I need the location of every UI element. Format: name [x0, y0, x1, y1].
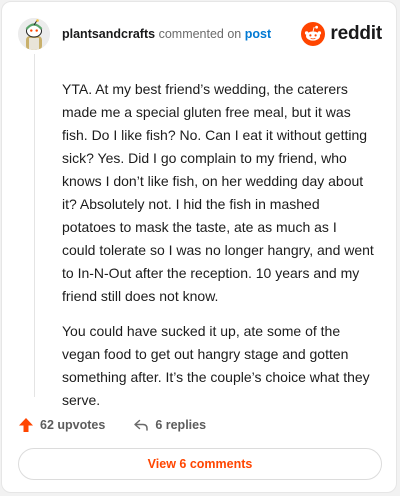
comment-card: plantsandcrafts commented on post reddit… [1, 1, 397, 493]
reddit-logo[interactable]: reddit [301, 20, 382, 48]
comment-meta: plantsandcrafts commented on post [62, 27, 271, 41]
username-link[interactable]: plantsandcrafts [62, 27, 155, 41]
comment-body: YTA. At my best friend’s wedding, the ca… [62, 78, 374, 424]
post-link[interactable]: post [245, 27, 271, 41]
thread-line [34, 54, 35, 397]
upvote-button[interactable]: 62 upvotes [18, 417, 105, 433]
comment-header: plantsandcrafts commented on post reddit [18, 18, 382, 52]
avatar[interactable] [18, 18, 50, 50]
replies-count: 6 replies [155, 418, 207, 432]
view-comments-button[interactable]: View 6 comments [18, 448, 382, 480]
reply-icon [134, 419, 149, 431]
replies-button[interactable]: 6 replies [133, 417, 206, 433]
upvote-count: 62 upvotes [40, 418, 106, 432]
avatar-snoo-icon [18, 18, 50, 50]
comment-paragraph: You could have sucked it up, ate some of… [62, 323, 370, 408]
comment-actions: 62 upvotes 6 replies [18, 415, 206, 435]
brand-name: reddit [330, 23, 382, 44]
upvote-arrow-icon [19, 418, 33, 432]
action-text: commented on [158, 27, 242, 41]
reddit-logo-icon [301, 22, 326, 46]
comment-paragraph: YTA. At my best friend’s wedding, the ca… [62, 81, 374, 304]
